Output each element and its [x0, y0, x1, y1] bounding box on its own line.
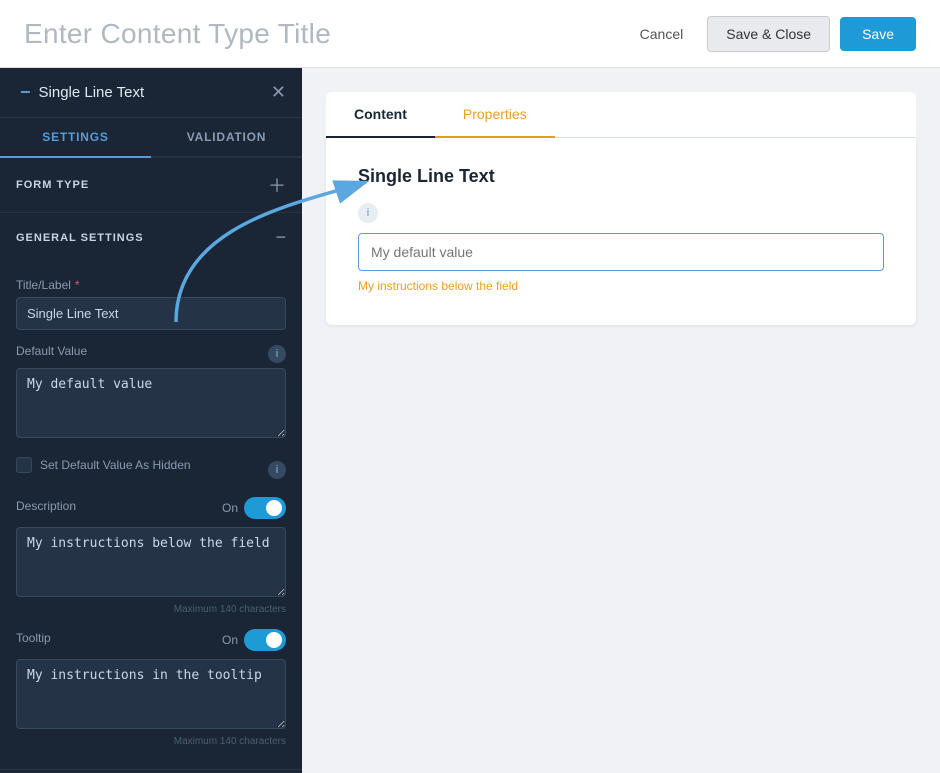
preview-field-title: Single Line Text [358, 166, 884, 187]
header: Enter Content Type Title Cancel Save & C… [0, 0, 940, 68]
description-label: Description [16, 499, 76, 513]
tooltip-char-limit: Maximum 140 characters [16, 736, 286, 747]
sidebar-panel-header: − Single Line Text ✕ [0, 68, 302, 118]
tooltip-field: Tooltip On My instructions in the toolti… [16, 629, 286, 747]
form-type-section: FORM TYPE ＋ [0, 158, 302, 213]
preview-container: Content Properties Single Line Text i My… [326, 92, 916, 325]
tab-content[interactable]: Content [326, 92, 435, 138]
page-title: Enter Content Type Title [24, 18, 331, 50]
description-char-limit: Maximum 140 characters [16, 604, 286, 615]
save-button[interactable]: Save [840, 17, 916, 51]
required-indicator: * [75, 278, 80, 292]
title-label-input[interactable] [16, 297, 286, 330]
sidebar: − Single Line Text ✕ SETTINGS VALIDATION… [0, 68, 302, 773]
preview-input[interactable] [358, 233, 884, 271]
set-default-hidden-field: Set Default Value As Hidden i [16, 457, 286, 483]
collapse-icon[interactable]: − [20, 82, 31, 103]
tooltip-on-label: On [222, 633, 238, 647]
tab-validation[interactable]: VALIDATION [151, 118, 302, 158]
general-settings-header[interactable]: GENERAL SETTINGS − [0, 213, 302, 262]
description-on-label: On [222, 501, 238, 515]
title-label-field: Title/Label * [16, 278, 286, 330]
default-value-field: Default Value i My default value [16, 344, 286, 443]
sidebar-tabs: SETTINGS VALIDATION [0, 118, 302, 158]
description-textarea[interactable]: My instructions below the field [16, 527, 286, 597]
preview-card: Single Line Text i My instructions below… [326, 138, 916, 325]
description-field: Description On My instructions below the… [16, 497, 286, 615]
general-settings-section: GENERAL SETTINGS − Title/Label * Default… [0, 213, 302, 770]
title-label-label: Title/Label * [16, 278, 286, 292]
preview-instruction: My instructions below the field [358, 279, 884, 293]
default-value-label: Default Value [16, 344, 87, 358]
form-type-title: FORM TYPE [16, 179, 89, 191]
main-layout: − Single Line Text ✕ SETTINGS VALIDATION… [0, 68, 940, 773]
save-close-button[interactable]: Save & Close [707, 16, 830, 52]
content-area: Content Properties Single Line Text i My… [302, 68, 940, 773]
set-default-hidden-checkbox[interactable] [16, 457, 32, 473]
form-type-header[interactable]: FORM TYPE ＋ [0, 158, 302, 212]
set-default-hidden-row: Set Default Value As Hidden i [16, 457, 286, 483]
description-toggle-row: Description On [16, 497, 286, 519]
general-settings-fields: Title/Label * Default Value i My default… [0, 262, 302, 769]
default-value-info-icon[interactable]: i [268, 345, 286, 363]
cancel-button[interactable]: Cancel [626, 18, 698, 50]
preview-info-icon: i [358, 203, 378, 223]
expand-icon: ＋ [268, 172, 286, 198]
default-value-header: Default Value i [16, 344, 286, 363]
set-default-hidden-label: Set Default Value As Hidden [40, 458, 191, 472]
set-default-hidden-checkbox-row: Set Default Value As Hidden [16, 457, 191, 473]
set-default-hidden-info-icon[interactable]: i [268, 461, 286, 479]
tab-settings[interactable]: SETTINGS [0, 118, 151, 158]
tooltip-textarea[interactable]: My instructions in the tooltip [16, 659, 286, 729]
header-actions: Cancel Save & Close Save [626, 16, 916, 52]
tooltip-toggle-row: Tooltip On [16, 629, 286, 651]
default-value-textarea[interactable]: My default value [16, 368, 286, 438]
content-tabs: Content Properties [326, 92, 916, 138]
tooltip-label: Tooltip [16, 631, 51, 645]
sidebar-panel-title: Single Line Text [39, 84, 145, 101]
close-icon[interactable]: ✕ [271, 82, 286, 103]
tooltip-toggle[interactable] [244, 629, 286, 651]
tab-properties[interactable]: Properties [435, 92, 555, 138]
collapse-section-icon: − [275, 227, 286, 248]
description-toggle[interactable] [244, 497, 286, 519]
general-settings-title: GENERAL SETTINGS [16, 232, 144, 244]
